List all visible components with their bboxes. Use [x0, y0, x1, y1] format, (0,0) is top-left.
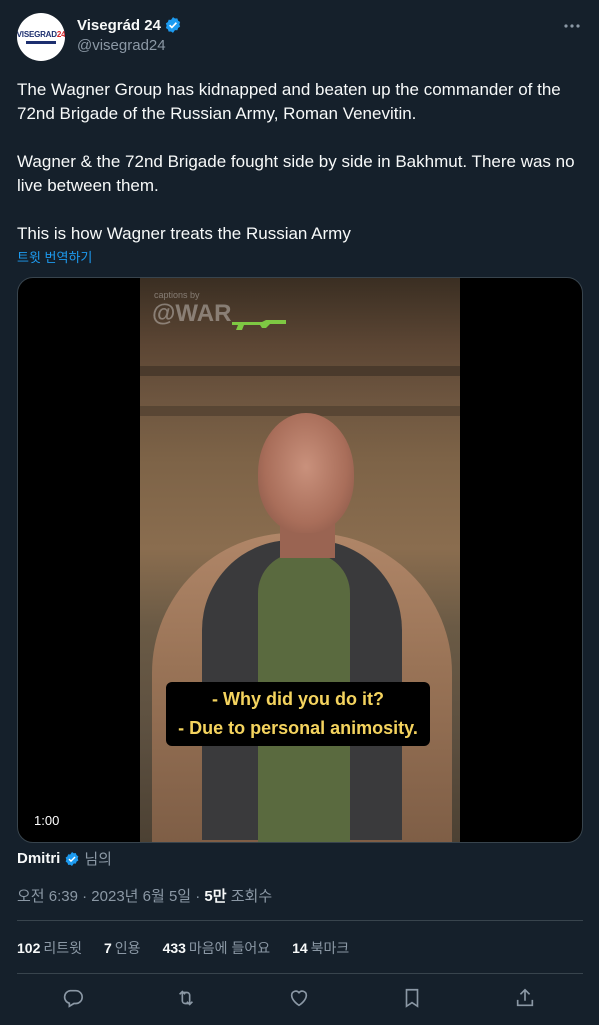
video-scene-beam — [140, 366, 460, 376]
tweet-paragraph: The Wagner Group has kidnapped and beate… — [17, 80, 561, 123]
tweet-header: VISEGRAD24 Visegrád 24 @visegrad24 — [17, 13, 582, 61]
subtitle-line: - Why did you do it? — [212, 689, 384, 709]
tweet-actions — [17, 987, 583, 1011]
bookmark-icon[interactable] — [401, 987, 423, 1009]
source-name[interactable]: Dmitri — [17, 850, 60, 867]
subtitle-line: - Due to personal animosity. — [178, 718, 418, 738]
more-icon[interactable] — [562, 19, 582, 33]
divider — [17, 920, 583, 921]
stat-quotes[interactable]: 7 인용 — [104, 938, 141, 958]
view-count-label: 조회수 — [226, 888, 273, 905]
video-duration-badge: 1:00 — [28, 811, 66, 830]
stat-bookmarks[interactable]: 14 북마크 — [292, 938, 349, 958]
avatar[interactable]: VISEGRAD24 — [17, 13, 65, 61]
reply-icon[interactable] — [62, 987, 84, 1009]
video-watermark-caption: captions by — [154, 290, 200, 300]
author-handle[interactable]: @visegrad24 — [77, 37, 166, 54]
stat-retweets[interactable]: 102 리트윗 — [17, 938, 82, 958]
video-watermark: @WAR — [152, 300, 232, 327]
video-source-attribution: Dmitri 님의 — [17, 848, 112, 869]
author-display-name[interactable]: Visegrád 24 — [77, 17, 161, 34]
verified-badge-icon — [165, 17, 181, 33]
divider — [17, 973, 583, 974]
rifle-icon — [232, 320, 286, 330]
translate-tweet-link[interactable]: 트윗 번역하기 — [17, 247, 92, 266]
video-scene-head — [258, 413, 354, 533]
engagement-stats: 102 리트윗 7 인용 433 마음에 들어요 14 북마크 — [17, 938, 371, 958]
tweet-paragraph: Wagner & the 72nd Brigade fought side by… — [17, 152, 575, 195]
tweet-meta: 오전 6:39 · 2023년 6월 5일 · 5만 조회수 — [17, 885, 272, 906]
retweet-icon[interactable] — [175, 987, 197, 1009]
video-subtitles: - Why did you do it? - Due to personal a… — [166, 682, 430, 746]
verified-badge-icon — [66, 851, 79, 866]
tweet-timestamp[interactable]: 오전 6:39 · 2023년 6월 5일 · — [17, 888, 204, 905]
view-count: 5만 — [204, 888, 227, 905]
share-icon[interactable] — [514, 987, 536, 1009]
source-suffix: 님의 — [84, 851, 112, 868]
author-name-row: Visegrád 24 — [77, 16, 182, 34]
avatar-logo-text: VISEGRAD24 — [17, 30, 65, 39]
tweet-paragraph: This is how Wagner treats the Russian Ar… — [17, 224, 351, 243]
tweet-text: The Wagner Group has kidnapped and beate… — [17, 78, 585, 270]
video-thumbnail: captions by @WAR - Why did you do it? - … — [140, 278, 460, 842]
like-icon[interactable] — [288, 987, 310, 1009]
stat-likes[interactable]: 433 마음에 들어요 — [163, 938, 271, 958]
video-player[interactable]: captions by @WAR - Why did you do it? - … — [17, 277, 583, 843]
avatar-logo-bar — [26, 41, 56, 44]
